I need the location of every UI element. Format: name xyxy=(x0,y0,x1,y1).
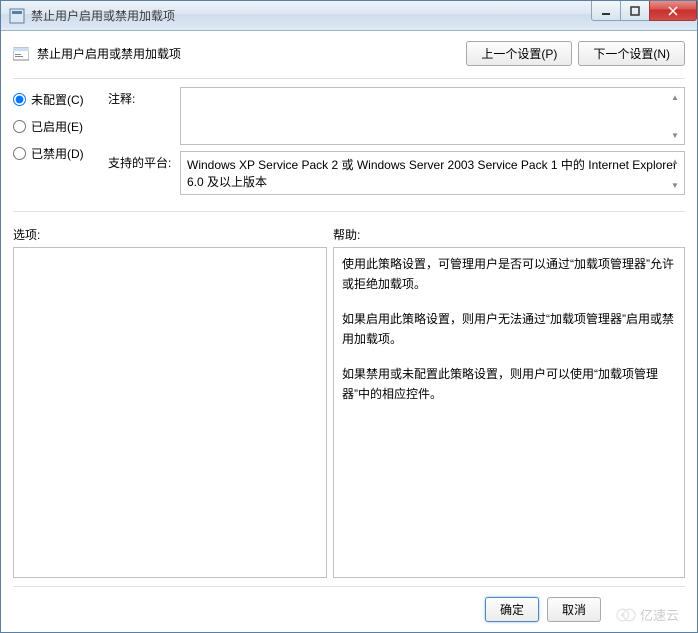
help-label: 帮助: xyxy=(333,226,685,243)
divider xyxy=(13,211,685,212)
radio-disabled[interactable]: 已禁用(D) xyxy=(13,145,108,162)
scroll-down-icon[interactable]: ▼ xyxy=(668,128,682,142)
panels-header: 选项: 帮助: xyxy=(13,226,685,243)
nav-buttons: 上一个设置(P) 下一个设置(N) xyxy=(466,41,685,66)
window-title: 禁止用户启用或禁用加载项 xyxy=(31,7,175,24)
radio-column: 未配置(C) 已启用(E) 已禁用(D) xyxy=(13,87,108,201)
divider xyxy=(13,78,685,79)
bottom-bar: 确定 取消 应用(A) 亿速云 xyxy=(13,586,685,624)
platform-value: Windows XP Service Pack 2 或 Windows Serv… xyxy=(187,158,677,189)
watermark: 亿速云 xyxy=(616,605,679,624)
radio-not-configured-input[interactable] xyxy=(13,93,26,106)
app-icon xyxy=(9,8,25,24)
content-area: 禁止用户启用或禁用加载项 上一个设置(P) 下一个设置(N) 未配置(C) 已启… xyxy=(1,31,697,632)
scroll-up-icon[interactable]: ▲ xyxy=(668,154,682,168)
radio-disabled-label: 已禁用(D) xyxy=(31,145,84,162)
radio-disabled-input[interactable] xyxy=(13,147,26,160)
options-label: 选项: xyxy=(13,226,333,243)
comment-textbox[interactable]: ▲ ▼ xyxy=(180,87,685,145)
minimize-button[interactable] xyxy=(591,1,621,21)
help-panel[interactable]: 使用此策略设置，可管理用户是否可以通过“加载项管理器”允许或拒绝加载项。 如果启… xyxy=(333,247,685,578)
radio-enabled-label: 已启用(E) xyxy=(31,118,83,135)
comment-row: 注释: ▲ ▼ xyxy=(108,87,685,145)
header-left: 禁止用户启用或禁用加载项 xyxy=(13,45,181,62)
window-controls xyxy=(592,1,697,21)
scroll-up-icon[interactable]: ▲ xyxy=(668,90,682,104)
help-paragraph: 如果禁用或未配置此策略设置，则用户可以使用“加载项管理器”中的相应控件。 xyxy=(342,364,676,405)
watermark-text: 亿速云 xyxy=(640,605,679,624)
page-title: 禁止用户启用或禁用加载项 xyxy=(37,45,181,62)
panels: 使用此策略设置，可管理用户是否可以通过“加载项管理器”允许或拒绝加载项。 如果启… xyxy=(13,247,685,578)
config-grid: 未配置(C) 已启用(E) 已禁用(D) 注释: ▲ ▼ 支持的平台: xyxy=(13,87,685,201)
help-paragraph: 如果启用此策略设置，则用户无法通过“加载项管理器”启用或禁用加载项。 xyxy=(342,309,676,350)
titlebar: 禁止用户启用或禁用加载项 xyxy=(1,1,697,31)
platform-label: 支持的平台: xyxy=(108,151,180,195)
radio-not-configured-label: 未配置(C) xyxy=(31,91,84,108)
policy-icon xyxy=(13,46,29,62)
cancel-button[interactable]: 取消 xyxy=(547,597,601,622)
next-setting-button[interactable]: 下一个设置(N) xyxy=(578,41,685,66)
header-row: 禁止用户启用或禁用加载项 上一个设置(P) 下一个设置(N) xyxy=(13,41,685,66)
options-panel[interactable] xyxy=(13,247,327,578)
annotation-column: 注释: ▲ ▼ 支持的平台: Windows XP Service Pack 2… xyxy=(108,87,685,201)
help-paragraph: 使用此策略设置，可管理用户是否可以通过“加载项管理器”允许或拒绝加载项。 xyxy=(342,254,676,295)
platform-textbox: Windows XP Service Pack 2 或 Windows Serv… xyxy=(180,151,685,195)
prev-setting-button[interactable]: 上一个设置(P) xyxy=(466,41,572,66)
scroll-down-icon[interactable]: ▼ xyxy=(668,178,682,192)
radio-enabled[interactable]: 已启用(E) xyxy=(13,118,108,135)
platform-row: 支持的平台: Windows XP Service Pack 2 或 Windo… xyxy=(108,151,685,195)
close-button[interactable] xyxy=(649,1,697,21)
radio-enabled-input[interactable] xyxy=(13,120,26,133)
radio-not-configured[interactable]: 未配置(C) xyxy=(13,91,108,108)
comment-label: 注释: xyxy=(108,87,180,145)
maximize-button[interactable] xyxy=(620,1,650,21)
ok-button[interactable]: 确定 xyxy=(485,597,539,622)
